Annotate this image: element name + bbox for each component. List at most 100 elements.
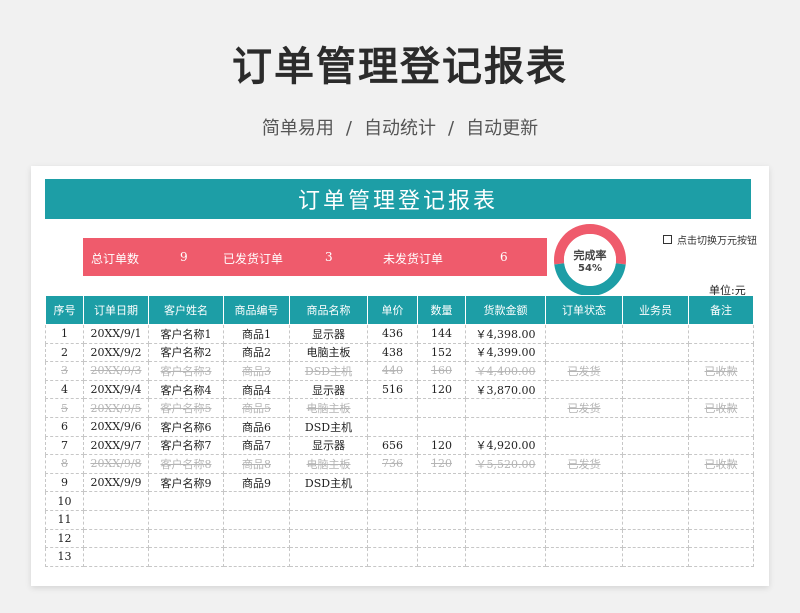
table-cell[interactable]: 商品6 [223,416,290,437]
table-cell[interactable] [622,361,689,381]
table-cell[interactable]: 20XX/9/9 [83,472,149,493]
table-cell[interactable]: 客户名称8 [148,454,224,474]
table-cell[interactable] [465,491,546,511]
table-cell[interactable] [148,509,224,530]
table-cell[interactable]: 已收款 [688,398,754,418]
table-cell[interactable] [622,416,689,437]
table-cell[interactable] [622,454,689,474]
table-cell[interactable] [545,491,623,511]
table-cell[interactable] [688,547,754,567]
table-cell[interactable] [545,435,623,456]
column-header[interactable]: 货款金额 [465,295,546,325]
table-cell[interactable]: 商品7 [223,435,290,456]
table-cell[interactable]: 商品2 [223,342,290,363]
table-row[interactable]: 12 [45,528,754,549]
table-cell[interactable]: 20XX/9/1 [83,324,149,344]
table-cell[interactable] [148,528,224,549]
table-cell[interactable]: 13 [45,547,84,567]
table-cell[interactable]: DSD主机 [289,416,368,437]
table-cell[interactable] [289,509,368,530]
table-row[interactable]: 10 [45,491,754,511]
table-cell[interactable]: 2 [45,342,84,363]
table-cell[interactable] [622,528,689,549]
table-cell[interactable]: 160 [417,361,466,381]
table-cell[interactable] [417,491,466,511]
table-cell[interactable] [417,416,466,437]
column-header[interactable]: 业务员 [622,295,689,325]
table-cell[interactable] [148,491,224,511]
table-cell[interactable]: 20XX/9/5 [83,398,149,418]
table-cell[interactable] [545,547,623,567]
table-cell[interactable] [367,491,418,511]
table-cell[interactable] [622,379,689,400]
table-cell[interactable]: ￥4,399.00 [465,342,546,363]
table-cell[interactable]: 电脑主板 [289,342,368,363]
column-header[interactable]: 商品编号 [223,295,290,325]
table-cell[interactable]: DSD主机 [289,472,368,493]
table-cell[interactable]: 12 [45,528,84,549]
table-cell[interactable]: 3 [45,361,84,381]
table-cell[interactable]: 电脑主板 [289,454,368,474]
table-cell[interactable] [417,528,466,549]
table-cell[interactable] [688,435,754,456]
table-cell[interactable] [622,472,689,493]
table-cell[interactable] [688,528,754,549]
table-cell[interactable] [223,547,290,567]
table-cell[interactable]: 436 [367,324,418,344]
table-cell[interactable]: 20XX/9/4 [83,379,149,400]
table-cell[interactable]: 20XX/9/7 [83,435,149,456]
table-cell[interactable] [367,398,418,418]
table-cell[interactable] [223,509,290,530]
table-cell[interactable]: 6 [45,416,84,437]
table-cell[interactable]: 144 [417,324,466,344]
table-cell[interactable] [545,416,623,437]
table-cell[interactable] [465,528,546,549]
table-row[interactable]: 3 20XX/9/3 客户名称3 商品3 DSD主机 440 160 ￥4,400.00 已发货… [45,361,754,381]
table-cell[interactable]: 商品3 [223,361,290,381]
table-cell[interactable] [465,547,546,567]
table-cell[interactable] [688,472,754,493]
table-row[interactable]: 7 20XX/9/7 客户名称7 商品7 显示器 656 120 ￥4,920.00 [45,435,754,456]
table-cell[interactable] [465,472,546,493]
table-cell[interactable]: 已发货 [545,398,623,418]
table-cell[interactable]: 商品4 [223,379,290,400]
table-cell[interactable]: 客户名称2 [148,342,224,363]
table-cell[interactable] [367,472,418,493]
table-cell[interactable]: 商品9 [223,472,290,493]
table-cell[interactable] [417,547,466,567]
table-cell[interactable]: ￥3,870.00 [465,379,546,400]
table-cell[interactable]: 120 [417,379,466,400]
table-row[interactable]: 2 20XX/9/2 客户名称2 商品2 电脑主板 438 152 ￥4,399.00 [45,342,754,363]
table-cell[interactable] [417,398,466,418]
table-cell[interactable]: 736 [367,454,418,474]
table-cell[interactable] [417,472,466,493]
table-cell[interactable] [367,509,418,530]
table-cell[interactable] [289,528,368,549]
table-cell[interactable]: 10 [45,491,84,511]
table-row[interactable]: 13 [45,547,754,567]
wan-yuan-toggle[interactable]: 点击切换万元按钮 [663,232,757,247]
table-cell[interactable] [622,435,689,456]
table-cell[interactable]: 7 [45,435,84,456]
table-cell[interactable]: ￥4,920.00 [465,435,546,456]
table-cell[interactable]: 显示器 [289,379,368,400]
table-cell[interactable]: 商品5 [223,398,290,418]
table-cell[interactable] [688,379,754,400]
table-cell[interactable]: 20XX/9/6 [83,416,149,437]
table-row[interactable]: 6 20XX/9/6 客户名称6 商品6 DSD主机 [45,416,754,437]
table-cell[interactable]: 516 [367,379,418,400]
column-header[interactable]: 单价 [367,295,418,325]
table-cell[interactable]: 20XX/9/8 [83,454,149,474]
table-cell[interactable] [367,528,418,549]
table-cell[interactable] [417,509,466,530]
table-cell[interactable]: 已收款 [688,361,754,381]
table-cell[interactable]: 商品1 [223,324,290,344]
table-cell[interactable] [545,509,623,530]
table-cell[interactable]: 4 [45,379,84,400]
table-cell[interactable]: 电脑主板 [289,398,368,418]
table-cell[interactable]: 已发货 [545,361,623,381]
table-cell[interactable]: 5 [45,398,84,418]
table-cell[interactable] [223,528,290,549]
table-cell[interactable] [545,324,623,344]
table-row[interactable]: 1 20XX/9/1 客户名称1 商品1 显示器 436 144 ￥4,398.00 [45,324,754,344]
